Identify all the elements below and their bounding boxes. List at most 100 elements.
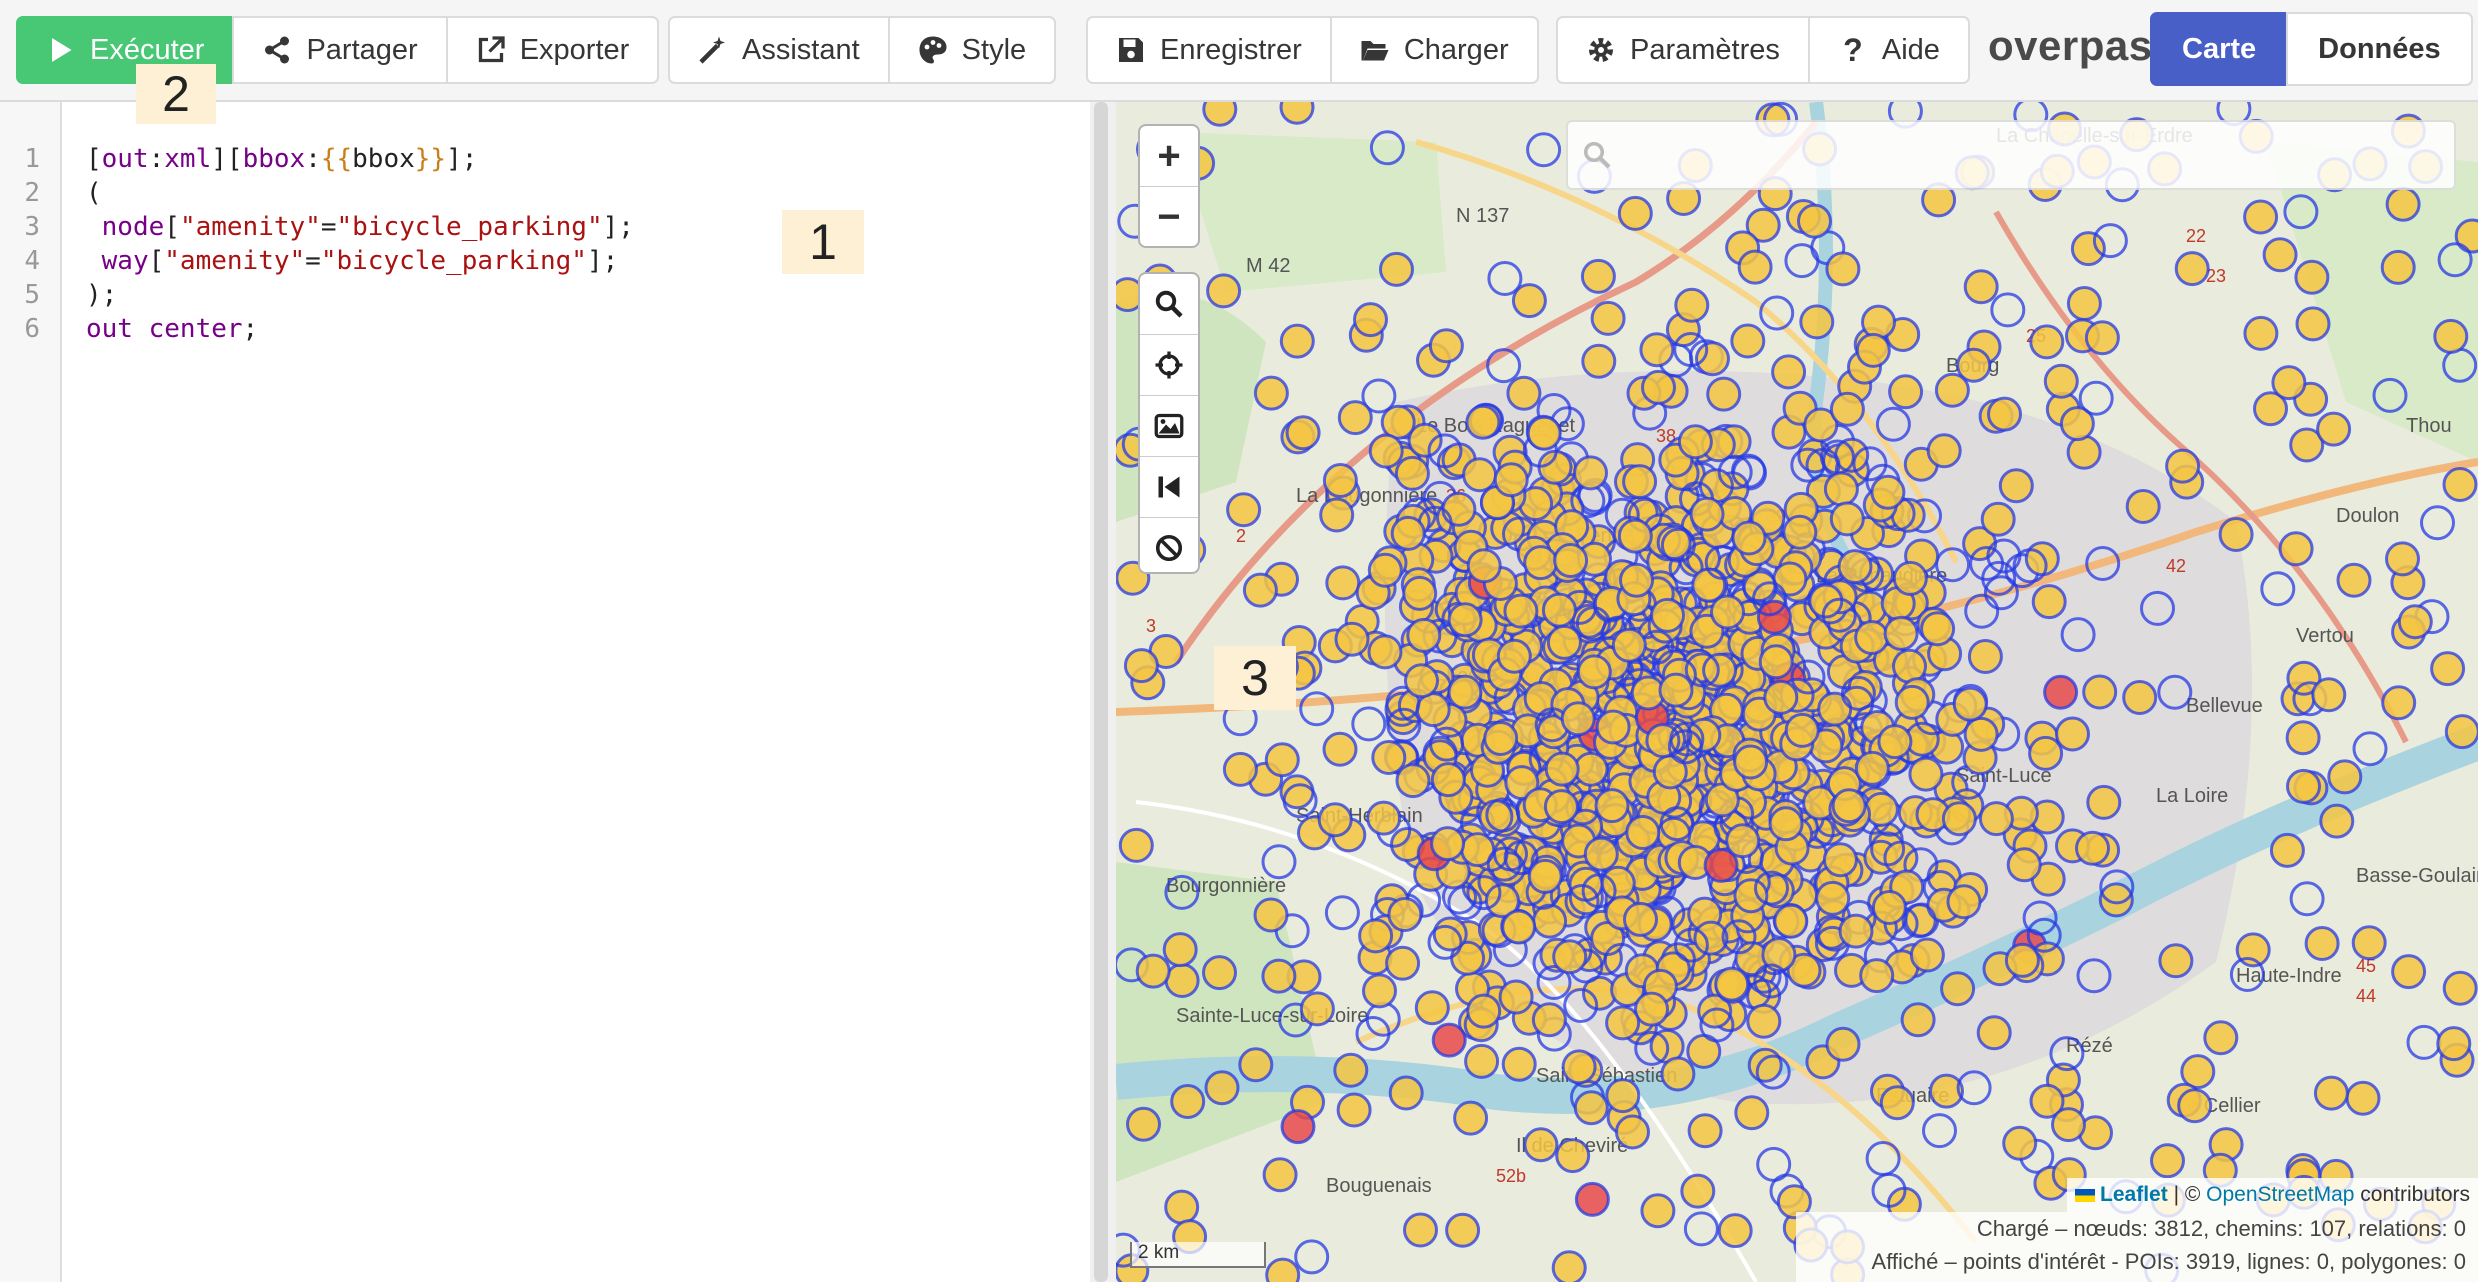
search-tool-button[interactable] [1140, 274, 1198, 334]
poi-marker[interactable] [1261, 958, 1297, 994]
poi-marker[interactable] [1135, 953, 1171, 989]
poi-marker[interactable] [2099, 869, 2135, 905]
poi-marker[interactable] [1758, 644, 1794, 680]
poi-marker[interactable] [2043, 674, 2079, 710]
poi-marker[interactable] [1427, 924, 1463, 960]
poi-marker[interactable] [1622, 464, 1658, 500]
poi-marker[interactable] [2006, 847, 2042, 883]
poi-marker[interactable] [1978, 801, 2014, 837]
poi-marker[interactable] [1465, 404, 1501, 440]
poi-marker[interactable] [2381, 685, 2417, 721]
poi-marker[interactable] [1551, 1250, 1587, 1282]
poi-marker[interactable] [1164, 874, 1200, 910]
poi-marker[interactable] [2086, 784, 2122, 820]
poi-marker[interactable] [1367, 552, 1403, 588]
poi-marker[interactable] [1531, 1002, 1567, 1038]
poi-marker[interactable] [1689, 496, 1725, 532]
poi-marker[interactable] [1990, 292, 2026, 328]
poi-marker[interactable] [1625, 815, 1661, 850]
poi-marker[interactable] [1825, 251, 1861, 287]
poi-marker[interactable] [2385, 186, 2421, 222]
poi-marker[interactable] [1838, 913, 1874, 949]
help-button[interactable]: ? Aide [1807, 16, 1970, 84]
poi-marker[interactable] [1429, 726, 1465, 762]
poi-marker[interactable] [1430, 826, 1466, 862]
poi-marker[interactable] [1706, 376, 1742, 412]
poi-marker[interactable] [1337, 400, 1373, 436]
poi-marker[interactable] [1658, 672, 1694, 708]
poi-marker[interactable] [2002, 1125, 2038, 1161]
poi-marker[interactable] [1660, 1056, 1696, 1092]
poi-marker[interactable] [1447, 674, 1483, 710]
poi-marker[interactable] [1511, 283, 1547, 319]
poi-marker[interactable] [1355, 1016, 1391, 1051]
poi-marker[interactable] [1755, 1054, 1791, 1090]
poi-marker[interactable] [2218, 517, 2254, 552]
poi-marker[interactable] [1395, 763, 1431, 799]
poi-marker[interactable] [2442, 467, 2478, 502]
poi-marker[interactable] [1379, 251, 1414, 287]
zoom-out-button[interactable]: − [1140, 186, 1198, 247]
poi-marker[interactable] [1123, 648, 1159, 684]
poi-marker[interactable] [1253, 897, 1289, 933]
poi-marker[interactable] [1737, 249, 1773, 285]
poi-marker[interactable] [1170, 1084, 1206, 1119]
poi-marker[interactable] [1673, 927, 1709, 963]
map-canvas[interactable]: Le Bois RaguenetLa BougonnièreBerthelièr… [1116, 102, 2478, 1282]
poi-marker[interactable] [1594, 788, 1630, 824]
poi-marker[interactable] [1261, 844, 1297, 880]
poi-marker[interactable] [1634, 991, 1669, 1027]
poi-marker[interactable] [1673, 332, 1709, 367]
poi-marker[interactable] [1575, 606, 1611, 642]
poi-marker[interactable] [1746, 1003, 1782, 1039]
poi-marker[interactable] [2029, 324, 2065, 360]
poi-marker[interactable] [1908, 756, 1944, 792]
poi-marker[interactable] [1725, 823, 1761, 859]
poi-marker[interactable] [1403, 1212, 1438, 1248]
poi-marker[interactable] [1987, 396, 2022, 432]
poi-marker[interactable] [1595, 709, 1631, 745]
poi-marker[interactable] [1680, 1173, 1716, 1209]
poi-marker[interactable] [1865, 1141, 1901, 1176]
poi-marker[interactable] [1523, 1127, 1559, 1163]
poi-marker[interactable] [1952, 686, 1988, 722]
poi-marker[interactable] [1883, 615, 1919, 651]
poi-marker[interactable] [1385, 945, 1421, 981]
poi-marker[interactable] [2125, 489, 2161, 524]
poi-marker[interactable] [1563, 988, 1599, 1023]
poi-marker[interactable] [1430, 762, 1466, 798]
poi-marker[interactable] [2289, 881, 2325, 917]
poi-marker[interactable] [2336, 562, 2372, 598]
poi-marker[interactable] [1969, 546, 2005, 581]
poi-marker[interactable] [2165, 448, 2201, 484]
poi-marker[interactable] [1222, 751, 1258, 787]
poi-marker[interactable] [1573, 455, 1608, 491]
poi-marker[interactable] [2031, 584, 2067, 620]
poi-marker[interactable] [2295, 306, 2331, 342]
tab-map[interactable]: Carte [2150, 12, 2289, 86]
poi-marker[interactable] [1238, 1047, 1274, 1083]
poi-marker[interactable] [1822, 842, 1858, 878]
poi-marker[interactable] [1667, 729, 1703, 765]
poi-marker[interactable] [1285, 415, 1321, 451]
poi-marker[interactable] [1164, 963, 1200, 998]
poi-marker[interactable] [1699, 1007, 1735, 1043]
poi-marker[interactable] [1501, 909, 1537, 945]
poi-marker[interactable] [1371, 740, 1407, 775]
poi-marker[interactable] [1674, 287, 1710, 323]
poi-marker[interactable] [1640, 1193, 1676, 1229]
poi-marker[interactable] [1493, 462, 1529, 498]
osm-link[interactable]: OpenStreetMap [2206, 1183, 2354, 1207]
poi-marker[interactable] [2437, 242, 2473, 278]
share-button[interactable]: Partager [232, 16, 448, 84]
poi-marker[interactable] [1619, 562, 1654, 598]
poi-marker[interactable] [2311, 677, 2347, 713]
poi-marker[interactable] [1660, 527, 1696, 563]
poi-marker[interactable] [2049, 1036, 2085, 1072]
locate-button[interactable] [1140, 334, 1198, 395]
poi-marker[interactable] [1466, 548, 1502, 584]
poi-marker[interactable] [1367, 634, 1403, 670]
poi-marker[interactable] [1980, 501, 2016, 537]
poi-marker[interactable] [2283, 194, 2319, 230]
poi-marker[interactable] [1799, 304, 1835, 340]
